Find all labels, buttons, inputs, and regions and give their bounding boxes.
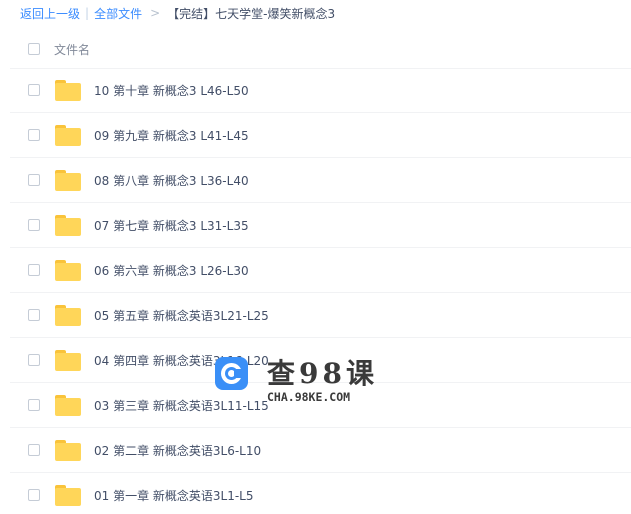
- file-row[interactable]: 04 第四章 新概念英语3L16-L20: [10, 338, 631, 383]
- file-name-link[interactable]: 10 第十章 新概念3 L46-L50: [94, 82, 249, 99]
- file-row[interactable]: 10 第十章 新概念3 L46-L50: [10, 68, 631, 113]
- file-name-link[interactable]: 07 第七章 新概念3 L31-L35: [94, 217, 249, 234]
- breadcrumb-separator: |: [85, 6, 90, 20]
- current-folder-title: 【完结】七天学堂-爆笑新概念3: [167, 6, 336, 21]
- all-files-link[interactable]: 全部文件: [94, 5, 142, 22]
- file-row[interactable]: 06 第六章 新概念3 L26-L30: [10, 248, 631, 293]
- file-name-link[interactable]: 03 第三章 新概念英语3L11-L15: [94, 397, 269, 414]
- file-name-link[interactable]: 02 第二章 新概念英语3L6-L10: [94, 442, 261, 459]
- file-row[interactable]: 07 第七章 新概念3 L31-L35: [10, 203, 631, 248]
- file-row[interactable]: 08 第八章 新概念3 L36-L40: [10, 158, 631, 203]
- folder-icon[interactable]: [55, 439, 81, 461]
- folder-icon[interactable]: [55, 124, 81, 146]
- back-link[interactable]: 返回上一级: [20, 5, 80, 22]
- file-name-link[interactable]: 09 第九章 新概念3 L41-L45: [94, 127, 249, 144]
- folder-icon[interactable]: [55, 484, 81, 506]
- folder-icon[interactable]: [55, 349, 81, 371]
- file-name-link[interactable]: 01 第一章 新概念英语3L1-L5: [94, 487, 254, 504]
- file-name-link[interactable]: 04 第四章 新概念英语3L16-L20: [94, 352, 269, 369]
- breadcrumb: 返回上一级 | 全部文件 > 【完结】七天学堂-爆笑新概念3: [20, 4, 335, 22]
- file-row[interactable]: 01 第一章 新概念英语3L1-L5: [10, 473, 631, 514]
- folder-icon[interactable]: [55, 304, 81, 326]
- row-checkbox[interactable]: [28, 174, 40, 186]
- file-row[interactable]: 09 第九章 新概念3 L41-L45: [10, 113, 631, 158]
- row-checkbox[interactable]: [28, 129, 40, 141]
- breadcrumb-arrow: >: [150, 6, 161, 20]
- file-browser-page: 返回上一级 | 全部文件 > 【完结】七天学堂-爆笑新概念3 文件名 10 第十…: [0, 0, 631, 514]
- file-name-link[interactable]: 05 第五章 新概念英语3L21-L25: [94, 307, 269, 324]
- row-checkbox[interactable]: [28, 264, 40, 276]
- list-header: 文件名: [10, 30, 631, 69]
- column-header-filename[interactable]: 文件名: [54, 41, 90, 58]
- row-checkbox[interactable]: [28, 354, 40, 366]
- row-checkbox[interactable]: [28, 399, 40, 411]
- file-row[interactable]: 03 第三章 新概念英语3L11-L15: [10, 383, 631, 428]
- file-name-link[interactable]: 08 第八章 新概念3 L36-L40: [94, 172, 249, 189]
- file-list: 10 第十章 新概念3 L46-L50 09 第九章 新概念3 L41-L45 08…: [10, 68, 631, 514]
- row-checkbox[interactable]: [28, 309, 40, 321]
- row-checkbox[interactable]: [28, 84, 40, 96]
- folder-icon[interactable]: [55, 214, 81, 236]
- row-checkbox[interactable]: [28, 219, 40, 231]
- folder-icon[interactable]: [55, 394, 81, 416]
- file-name-link[interactable]: 06 第六章 新概念3 L26-L30: [94, 262, 249, 279]
- row-checkbox[interactable]: [28, 489, 40, 501]
- select-all-checkbox[interactable]: [28, 43, 40, 55]
- folder-icon[interactable]: [55, 79, 81, 101]
- file-row[interactable]: 02 第二章 新概念英语3L6-L10: [10, 428, 631, 473]
- file-row[interactable]: 05 第五章 新概念英语3L21-L25: [10, 293, 631, 338]
- row-checkbox[interactable]: [28, 444, 40, 456]
- folder-icon[interactable]: [55, 169, 81, 191]
- folder-icon[interactable]: [55, 259, 81, 281]
